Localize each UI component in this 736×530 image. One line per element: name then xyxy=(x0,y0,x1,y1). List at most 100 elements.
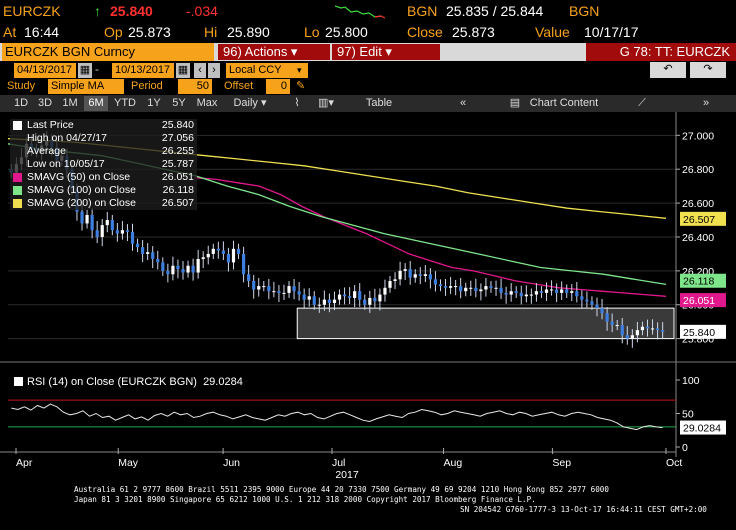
chart-content-button[interactable]: Chart Content xyxy=(526,96,602,111)
edit-menu-button[interactable]: 97) Edit ▾ xyxy=(332,44,440,60)
legend-label: High on 04/27/17 xyxy=(27,132,107,144)
period-label: Period xyxy=(131,80,163,92)
candle-body xyxy=(186,265,190,273)
currency-select[interactable]: Local CCY xyxy=(226,63,308,78)
x-axis-title: 2017 xyxy=(335,469,359,481)
candle-body xyxy=(408,269,412,278)
candle-body xyxy=(580,296,584,300)
line-chart-icon[interactable]: ⌇ xyxy=(286,96,308,111)
bid-source: BGN xyxy=(407,3,438,19)
legend-value: 26.118 xyxy=(162,184,194,196)
candle-body xyxy=(196,258,200,273)
candle-body xyxy=(317,304,321,306)
tab-ytd[interactable]: YTD xyxy=(110,96,140,111)
legend-last-price[interactable]: Last Price 25.840 xyxy=(10,119,197,132)
legend-sma50[interactable]: SMAVG (50) on Close 26.051 xyxy=(10,171,197,184)
legend-swatch xyxy=(13,121,22,130)
tab-6m[interactable]: 6M xyxy=(84,96,108,111)
candle-body xyxy=(358,291,362,300)
candle-body xyxy=(191,265,195,273)
pencil-icon[interactable]: ✎ xyxy=(296,79,305,92)
period-field[interactable]: 50 xyxy=(178,79,212,94)
y-tick-label: 26.600 xyxy=(682,198,714,210)
table-button[interactable]: Table xyxy=(360,96,398,111)
legend-sma200[interactable]: SMAVG (200) on Close 26.507 xyxy=(10,197,197,210)
legend-label: Last Price xyxy=(27,119,74,131)
legend-value: 26.507 xyxy=(161,197,194,209)
legend-sma100[interactable]: SMAVG (100) on Close 26.118 xyxy=(10,184,197,197)
x-tick-label: May xyxy=(118,457,139,469)
candle-body xyxy=(135,243,140,248)
candle-body xyxy=(226,253,231,263)
edit-line-icon[interactable]: ⟋ xyxy=(634,96,650,111)
collapse-left-icon[interactable]: « xyxy=(452,96,474,111)
candle-body xyxy=(342,294,347,297)
end-date-field[interactable]: 10/13/2017 xyxy=(112,63,174,78)
offset-label: Offset xyxy=(224,80,254,92)
up-arrow-icon: ↑ xyxy=(94,3,101,19)
graph-id: G 78: TT: EURCZK xyxy=(586,43,736,61)
candle-body xyxy=(640,326,645,331)
candle-chart-icon[interactable]: ▥▾ xyxy=(312,96,340,111)
collapse-right-icon[interactable]: » xyxy=(696,96,716,111)
candle-body xyxy=(423,274,427,276)
calendar-icon[interactable]: ▦ xyxy=(78,63,92,78)
open-label: Op xyxy=(104,24,123,40)
tab-1m[interactable]: 1M xyxy=(59,96,81,111)
tab-3d[interactable]: 3D xyxy=(34,96,56,111)
tab-max[interactable]: Max xyxy=(193,96,221,111)
value-tag-label: 29.0284 xyxy=(683,423,721,435)
quote-details: At 16:44 Op 25.873 Hi 25.890 Lo 25.800 C… xyxy=(0,22,736,42)
last-price: 25.840 xyxy=(110,3,153,19)
candle-body xyxy=(287,286,291,293)
candle-body xyxy=(181,269,185,273)
study-select[interactable]: Simple MA xyxy=(48,79,124,94)
value-tag-label: 25.840 xyxy=(683,327,715,339)
net-change: -.034 xyxy=(186,3,218,19)
undo-arrow-icon[interactable]: ↶ xyxy=(650,62,686,78)
sparkline-icon xyxy=(335,5,385,19)
candle-body xyxy=(635,330,639,336)
candle-body xyxy=(353,291,357,298)
candle-body xyxy=(241,253,246,275)
offset-field[interactable]: 0 xyxy=(266,79,290,94)
candle-body xyxy=(544,289,549,293)
candle-body xyxy=(474,287,478,292)
candle-body xyxy=(100,225,104,237)
candle-body xyxy=(115,230,119,234)
chevron-down-icon[interactable]: ▾ xyxy=(297,63,302,78)
tab-1y[interactable]: 1Y xyxy=(143,96,165,111)
study-bar: Study Simple MA Period 50 Offset 0 ✎ xyxy=(0,79,736,95)
rsi-legend[interactable]: RSI (14) on Close (EURCZK BGN) 29.0284 xyxy=(14,376,243,388)
candle-body xyxy=(489,286,493,288)
frequency-select[interactable]: Daily ▾ xyxy=(226,96,274,111)
candle-body xyxy=(600,308,604,314)
chevron-left-icon[interactable]: ‹ xyxy=(194,63,206,78)
actions-menu-button[interactable]: 96) Actions ▾ xyxy=(218,44,330,60)
candle-body xyxy=(302,294,306,300)
redo-arrow-icon[interactable]: ↷ xyxy=(690,62,726,78)
calendar-icon[interactable]: ▦ xyxy=(176,63,190,78)
title-bar: EURCZK BGN Curncy 96) Actions ▾ 97) Edit… xyxy=(0,43,736,61)
candle-body xyxy=(105,220,109,226)
legend-value: 25.787 xyxy=(161,158,194,170)
chevron-right-icon[interactable]: › xyxy=(208,63,220,78)
candle-body xyxy=(307,296,311,300)
tab-5y[interactable]: 5Y xyxy=(168,96,190,111)
candle-body xyxy=(504,292,508,295)
tab-1d[interactable]: 1D xyxy=(10,96,32,111)
candle-body xyxy=(610,321,614,326)
legend-label: SMAVG (50) on Close xyxy=(27,171,131,183)
candle-body xyxy=(418,274,422,276)
legend-low: Low on 10/05/17 25.787 xyxy=(10,158,197,171)
candle-body xyxy=(297,291,301,295)
candle-body xyxy=(277,291,281,293)
candle-body xyxy=(625,335,629,339)
candle-body xyxy=(146,252,150,254)
candle-body xyxy=(575,291,579,297)
candle-body xyxy=(171,265,175,275)
chart-content-icon[interactable]: ▤ xyxy=(508,96,522,111)
start-date-field[interactable]: 04/13/2017 xyxy=(14,63,76,78)
candle-body xyxy=(272,291,276,293)
quote-header: EURCZK ↑ 25.840 -.034 BGN 25.835 / 25.84… xyxy=(0,0,736,22)
